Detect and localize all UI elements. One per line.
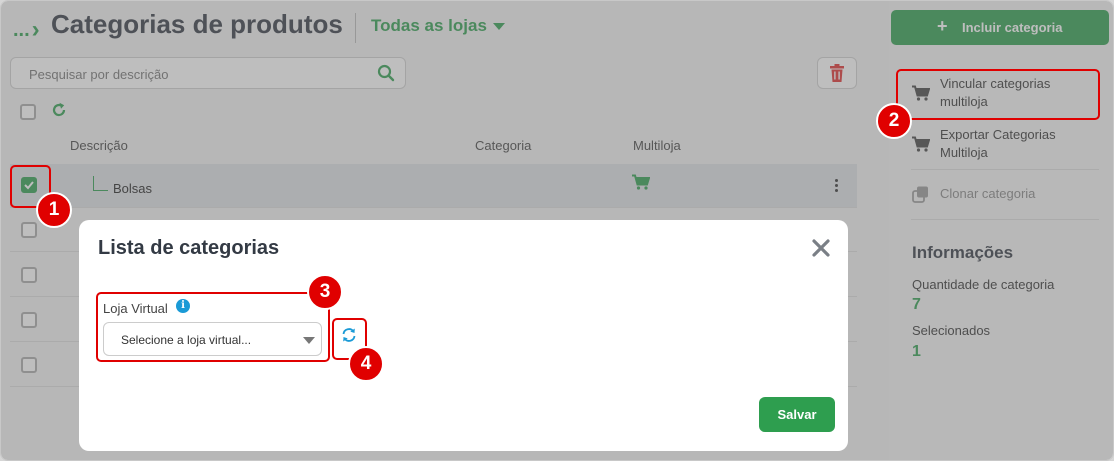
- close-icon[interactable]: [812, 239, 830, 257]
- annotation-badge: 1: [36, 192, 72, 228]
- highlight-box: [96, 292, 330, 362]
- highlight-box: [896, 69, 1100, 120]
- annotation-badge: 2: [876, 103, 912, 139]
- app-frame: ...› Categorias de produtos Todas as loj…: [0, 0, 1114, 461]
- annotation-badge: 3: [307, 274, 343, 310]
- annotation-badge: 4: [348, 346, 384, 382]
- save-button[interactable]: Salvar: [759, 397, 835, 432]
- modal-title: Lista de categorias: [98, 237, 280, 259]
